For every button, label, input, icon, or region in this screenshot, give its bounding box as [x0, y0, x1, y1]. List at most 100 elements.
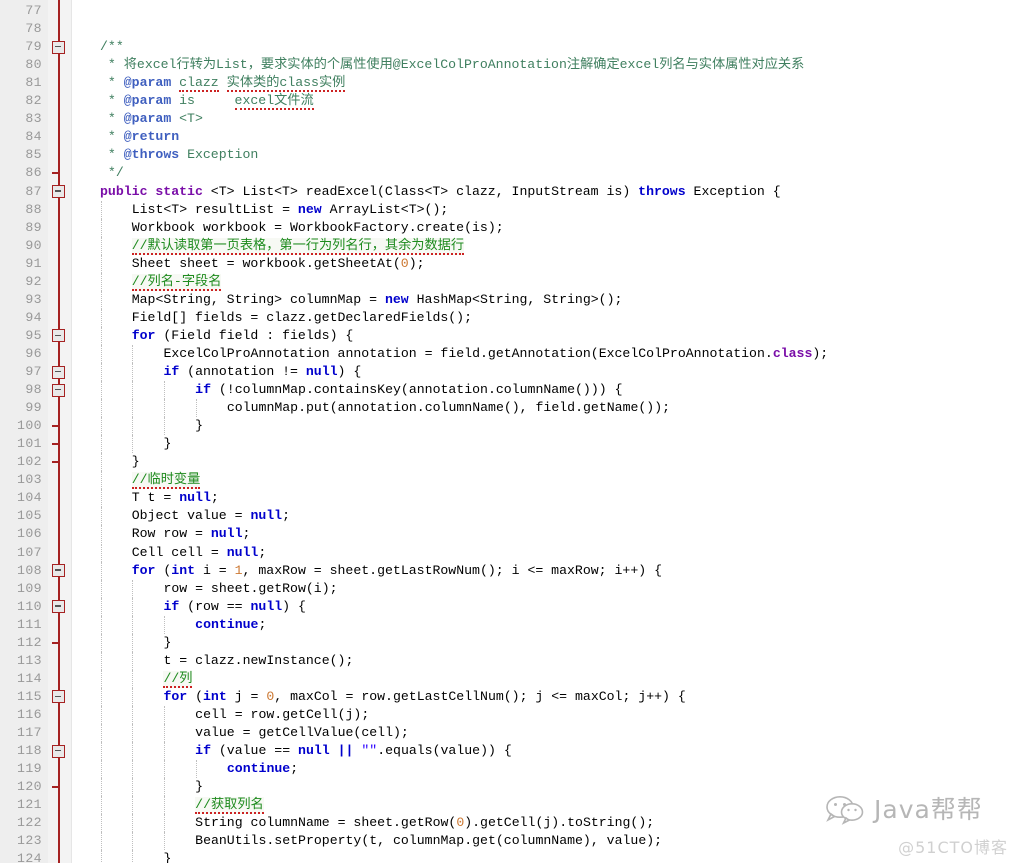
code-line[interactable]: */: [0, 164, 1020, 182]
fold-collapse-icon[interactable]: [52, 564, 65, 578]
fold-collapse-icon[interactable]: [52, 600, 65, 614]
code-token: *: [100, 147, 124, 163]
line-number: 81: [25, 75, 42, 91]
code-line[interactable]: }: [0, 453, 1020, 471]
fold-collapse-icon[interactable]: [52, 744, 65, 758]
code-line[interactable]: Object value = null;: [0, 507, 1020, 525]
code-line[interactable]: Row row = null;: [0, 525, 1020, 543]
line-number: 103: [17, 472, 42, 488]
code-line[interactable]: if (annotation != null) {: [0, 363, 1020, 381]
line-number: 120: [17, 779, 42, 795]
code-token: t = clazz.newInstance();: [163, 652, 354, 668]
code-token: is: [171, 93, 235, 109]
code-line[interactable]: * @param clazz 实体类的class实例: [0, 74, 1020, 93]
fold-collapse-icon[interactable]: [52, 383, 65, 397]
code-line[interactable]: public static <T> List<T> readExcel(Clas…: [0, 183, 1020, 201]
code-line[interactable]: }: [0, 850, 1020, 863]
line-number: 88: [25, 201, 42, 217]
code-token: */: [100, 165, 124, 181]
code-token: (Field field : fields) {: [155, 327, 354, 343]
code-line[interactable]: columnMap.put(annotation.columnName(), f…: [0, 399, 1020, 417]
code-line[interactable]: }: [0, 435, 1020, 453]
code-token: columnMap.put(annotation.columnName(), f…: [226, 400, 671, 416]
code-token: ;: [242, 526, 251, 542]
code-line[interactable]: t = clazz.newInstance();: [0, 652, 1020, 670]
code-line[interactable]: for (int i = 1, maxRow = sheet.getLastRo…: [0, 562, 1020, 580]
code-line[interactable]: //获取列名: [0, 796, 1020, 815]
code-token: cell = row.getCell(j);: [195, 706, 370, 722]
line-number: 108: [17, 562, 42, 578]
code-line[interactable]: for (int j = 0, maxCol = row.getLastCell…: [0, 688, 1020, 706]
line-number: 104: [17, 490, 42, 506]
code-line[interactable]: List<T> resultList = new ArrayList<T>();: [0, 201, 1020, 219]
code-token: ) {: [282, 598, 306, 614]
code-line[interactable]: Field[] fields = clazz.getDeclaredFields…: [0, 309, 1020, 327]
fold-collapse-icon[interactable]: [52, 690, 65, 704]
code-line[interactable]: cell = row.getCell(j);: [0, 706, 1020, 724]
line-number: 123: [17, 833, 42, 849]
code-line[interactable]: if (!columnMap.containsKey(annotation.co…: [0, 381, 1020, 399]
code-line[interactable]: [0, 2, 1020, 20]
code-line[interactable]: //列: [0, 670, 1020, 688]
code-token: Workbook workbook = WorkbookFactory.crea…: [131, 219, 504, 235]
code-line[interactable]: Sheet sheet = workbook.getSheetAt(0);: [0, 255, 1020, 273]
line-number: 95: [25, 327, 42, 343]
code-line[interactable]: BeanUtils.setProperty(t, columnMap.get(c…: [0, 832, 1020, 850]
code-line[interactable]: //临时变量: [0, 471, 1020, 490]
line-number: 115: [17, 688, 42, 704]
code-line[interactable]: * @return: [0, 128, 1020, 146]
code-line[interactable]: * 将excel行转为List，要求实体的个属性使用@ExcelColProAn…: [0, 56, 1020, 74]
code-line[interactable]: if (value == null || "".equals(value)) {: [0, 742, 1020, 760]
fold-collapse-icon[interactable]: [52, 185, 65, 198]
code-content[interactable]: /** * 将excel行转为List，要求实体的个属性使用@ExcelColP…: [0, 0, 1020, 863]
code-token: "": [361, 743, 378, 759]
code-line[interactable]: Cell cell = null;: [0, 544, 1020, 562]
code-token: Cell cell =: [131, 544, 227, 560]
code-line[interactable]: ExcelColProAnnotation annotation = field…: [0, 345, 1020, 363]
code-line[interactable]: String columnName = sheet.getRow(0).getC…: [0, 814, 1020, 832]
code-line[interactable]: * @param is excel文件流: [0, 92, 1020, 111]
line-number: 97: [25, 364, 42, 379]
code-line[interactable]: for (Field field : fields) {: [0, 327, 1020, 345]
code-token: Exception {: [685, 183, 781, 199]
code-token: (!columnMap.containsKey(annotation.colum…: [210, 382, 623, 398]
code-line[interactable]: Map<String, String> columnMap = new Hash…: [0, 291, 1020, 309]
code-token: ;: [282, 508, 291, 524]
fold-collapse-icon[interactable]: [52, 40, 65, 54]
code-line[interactable]: if (row == null) {: [0, 598, 1020, 616]
code-token: int: [171, 562, 196, 578]
code-editor[interactable]: /** * 将excel行转为List，要求实体的个属性使用@ExcelColP…: [0, 0, 1020, 863]
code-token: null: [179, 490, 211, 506]
code-token: Sheet sheet = workbook.getSheetAt(: [131, 255, 401, 271]
code-line[interactable]: //默认读取第一页表格，第一行为列名行，其余为数据行: [0, 237, 1020, 255]
line-number: 93: [25, 291, 42, 307]
code-line[interactable]: continue;: [0, 616, 1020, 634]
code-line[interactable]: }: [0, 417, 1020, 435]
code-token: }: [195, 779, 204, 795]
code-line[interactable]: }: [0, 778, 1020, 796]
code-token: (annotation !=: [179, 364, 306, 379]
line-number: 77: [25, 3, 42, 18]
code-line[interactable]: value = getCellValue(cell);: [0, 724, 1020, 742]
fold-collapse-icon[interactable]: [52, 365, 65, 379]
fold-end-marker: [52, 443, 59, 446]
code-line[interactable]: Workbook workbook = WorkbookFactory.crea…: [0, 219, 1020, 237]
code-line[interactable]: continue;: [0, 760, 1020, 778]
fold-collapse-icon[interactable]: [52, 329, 65, 343]
line-number: 94: [25, 309, 42, 325]
code-line[interactable]: * @param <T>: [0, 110, 1020, 128]
code-line[interactable]: //列名-字段名: [0, 273, 1020, 291]
code-line[interactable]: row = sheet.getRow(i);: [0, 580, 1020, 598]
code-line[interactable]: /**: [0, 38, 1020, 56]
code-line[interactable]: * @throws Exception: [0, 146, 1020, 164]
code-line[interactable]: T t = null;: [0, 489, 1020, 507]
line-number: 96: [25, 345, 42, 361]
code-line[interactable]: [0, 20, 1020, 38]
code-token: *: [100, 111, 124, 127]
code-token: for: [131, 327, 156, 343]
code-token: //列: [163, 670, 193, 688]
code-token: null: [250, 598, 283, 614]
code-line[interactable]: }: [0, 634, 1020, 652]
